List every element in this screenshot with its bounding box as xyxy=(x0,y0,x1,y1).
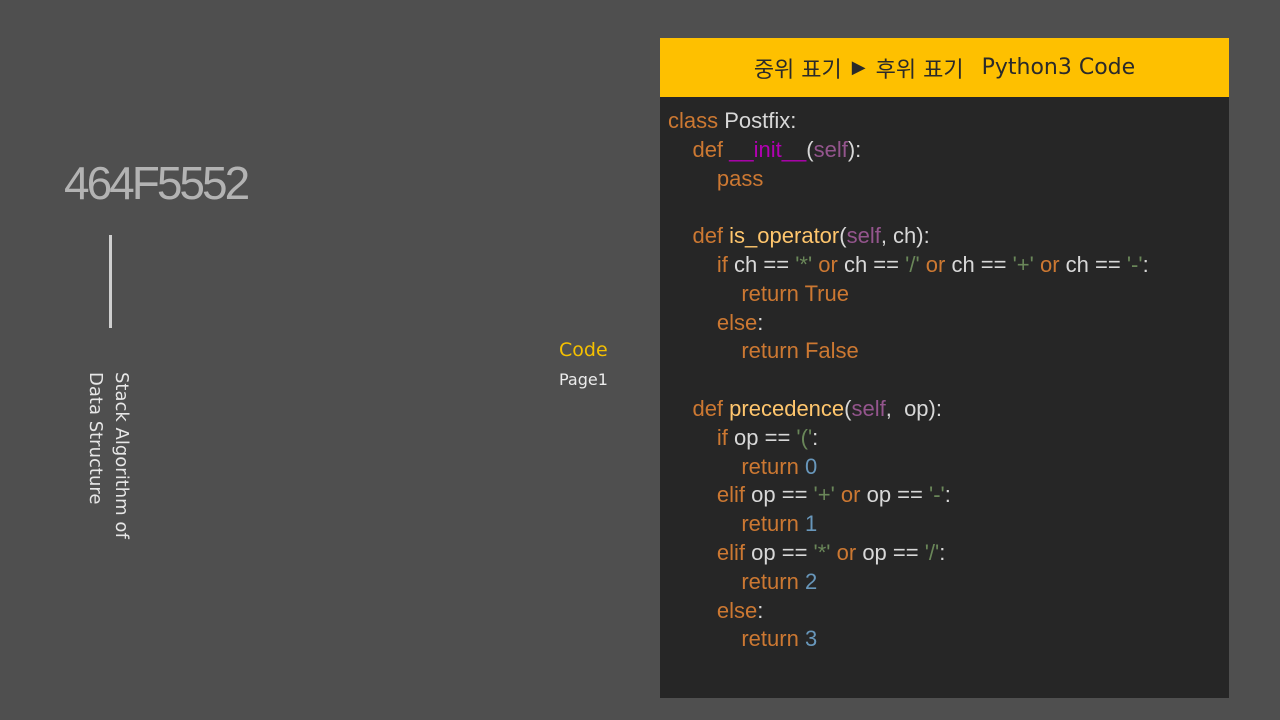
code-line: class Postfix: xyxy=(668,108,797,133)
code-line: return 1 xyxy=(741,511,818,537)
code-line: def __init__(self): xyxy=(692,136,862,162)
nav-page-label[interactable]: Page1 xyxy=(559,370,608,390)
nav-section-code[interactable]: Code xyxy=(559,338,608,362)
code-line: pass xyxy=(716,165,764,191)
section-nav: Code Page1 xyxy=(559,338,608,390)
code-line: elif op == '+' or op == '-': xyxy=(716,482,951,508)
code-line: else: xyxy=(716,597,764,623)
header-language-label: Python3 Code xyxy=(981,55,1136,80)
code-line: def is_operator(self, ch): xyxy=(692,223,930,249)
header-infix-label: 중위 표기 xyxy=(753,57,842,83)
vertical-divider xyxy=(109,235,112,328)
code-panel: 중위 표기 ▶ 후위 표기 Python3 Code class Postfix… xyxy=(660,38,1229,698)
slide-id: 464F5552 xyxy=(64,157,250,209)
code-line: else: xyxy=(716,309,764,335)
slide-subtitle-vertical: Stack Algorithm of Data Structure xyxy=(85,372,132,539)
code-line: def precedence(self, op): xyxy=(692,395,942,421)
code-block: class Postfix: def __init__(self): pass … xyxy=(660,97,1229,654)
code-line: return 0 xyxy=(741,453,818,479)
header-postfix-label: 후위 표기 xyxy=(875,57,964,83)
code-line: return 2 xyxy=(741,568,818,594)
code-line: return True xyxy=(741,280,849,306)
code-line: return False xyxy=(741,338,859,364)
code-line: elif op == '*' or op == '/': xyxy=(716,539,946,565)
code-line: if op == '(': xyxy=(716,424,819,450)
code-line: return 3 xyxy=(741,626,818,652)
code-line: if ch == '*' or ch == '/' or ch == '+' o… xyxy=(716,251,1149,277)
play-arrow-icon: ▶ xyxy=(851,57,866,78)
code-panel-header: 중위 표기 ▶ 후위 표기 Python3 Code xyxy=(660,38,1229,97)
